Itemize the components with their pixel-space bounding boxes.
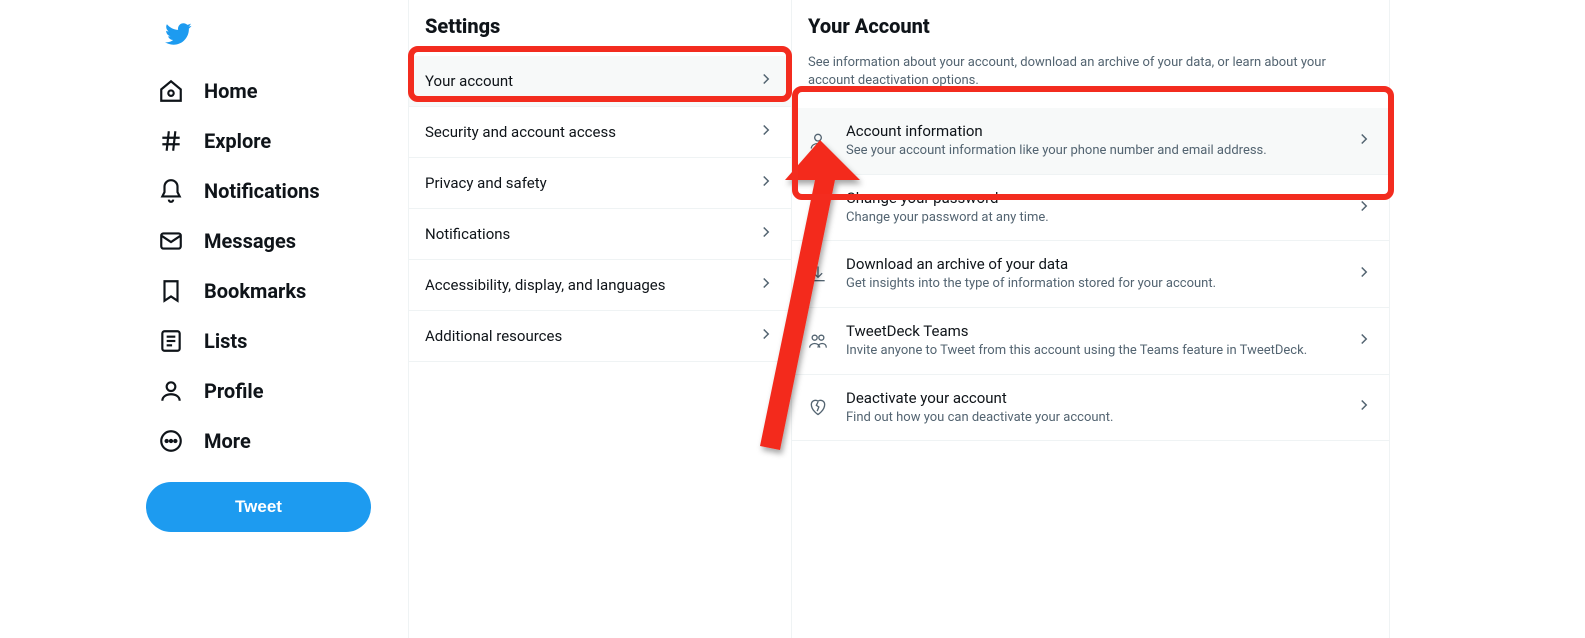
- detail-title: Your Account: [792, 0, 1389, 54]
- account-item-teams[interactable]: TweetDeck Teams Invite anyone to Tweet f…: [792, 308, 1389, 375]
- chevron-right-icon: [1355, 396, 1373, 418]
- settings-item-label: Accessibility, display, and languages: [425, 276, 665, 294]
- settings-item-label: Security and account access: [425, 123, 616, 141]
- nav-more[interactable]: More: [146, 416, 263, 466]
- account-item-info[interactable]: Account information See your account inf…: [792, 108, 1389, 175]
- account-item-text: TweetDeck Teams Invite anyone to Tweet f…: [846, 322, 1337, 360]
- nav-explore[interactable]: Explore: [146, 116, 283, 166]
- account-item-title: Deactivate your account: [846, 389, 1337, 407]
- settings-item-resources[interactable]: Additional resources: [409, 311, 791, 362]
- account-item-sub: Invite anyone to Tweet from this account…: [846, 342, 1337, 360]
- nav-bookmarks[interactable]: Bookmarks: [146, 266, 318, 316]
- chevron-right-icon: [1355, 197, 1373, 219]
- chevron-right-icon: [1355, 130, 1373, 152]
- nav-label: Lists: [204, 329, 247, 353]
- key-icon: [808, 198, 828, 218]
- nav-notifications[interactable]: Notifications: [146, 166, 332, 216]
- nav-label: Bookmarks: [204, 279, 306, 303]
- detail-column: Your Account See information about your …: [792, 0, 1390, 638]
- chevron-right-icon: [1355, 263, 1373, 285]
- account-item-text: Deactivate your account Find out how you…: [846, 389, 1337, 427]
- chevron-right-icon: [757, 274, 775, 296]
- mail-icon: [158, 228, 184, 254]
- account-item-text: Account information See your account inf…: [846, 122, 1337, 160]
- settings-item-security[interactable]: Security and account access: [409, 107, 791, 158]
- account-item-sub: See your account information like your p…: [846, 142, 1337, 160]
- nav-label: More: [204, 429, 251, 453]
- bell-icon: [158, 178, 184, 204]
- nav-label: Home: [204, 79, 258, 103]
- account-item-sub: Get insights into the type of informatio…: [846, 275, 1337, 293]
- account-item-sub: Find out how you can deactivate your acc…: [846, 409, 1337, 427]
- settings-item-accessibility[interactable]: Accessibility, display, and languages: [409, 260, 791, 311]
- account-item-password[interactable]: Change your password Change your passwor…: [792, 175, 1389, 242]
- nav-label: Notifications: [204, 179, 320, 203]
- chevron-right-icon: [757, 172, 775, 194]
- detail-description: See information about your account, down…: [792, 54, 1389, 108]
- hashtag-icon: [158, 128, 184, 154]
- tweet-button[interactable]: Tweet: [146, 482, 371, 532]
- sidebar: Home Explore Notifications Messages Book: [0, 0, 408, 638]
- nav-label: Explore: [204, 129, 271, 153]
- account-item-title: Change your password: [846, 189, 1337, 207]
- heartbreak-icon: [808, 397, 828, 417]
- settings-column: Settings Your account Security and accou…: [408, 0, 792, 638]
- settings-title: Settings: [409, 0, 791, 56]
- account-item-deactivate[interactable]: Deactivate your account Find out how you…: [792, 375, 1389, 442]
- profile-icon: [158, 378, 184, 404]
- twitter-logo[interactable]: [154, 10, 202, 58]
- settings-item-label: Privacy and safety: [425, 174, 547, 192]
- chevron-right-icon: [757, 70, 775, 92]
- account-item-text: Change your password Change your passwor…: [846, 189, 1337, 227]
- account-item-text: Download an archive of your data Get ins…: [846, 255, 1337, 293]
- settings-item-label: Your account: [425, 72, 513, 90]
- settings-item-label: Additional resources: [425, 327, 562, 345]
- account-item-title: Download an archive of your data: [846, 255, 1337, 273]
- settings-item-privacy[interactable]: Privacy and safety: [409, 158, 791, 209]
- home-icon: [158, 78, 184, 104]
- account-item-title: TweetDeck Teams: [846, 322, 1337, 340]
- people-icon: [808, 331, 828, 351]
- list-icon: [158, 328, 184, 354]
- nav-label: Profile: [204, 379, 264, 403]
- chevron-right-icon: [1355, 330, 1373, 352]
- person-icon: [808, 131, 828, 151]
- nav-label: Messages: [204, 229, 296, 253]
- account-item-sub: Change your password at any time.: [846, 209, 1337, 227]
- bookmark-icon: [158, 278, 184, 304]
- more-icon: [158, 428, 184, 454]
- settings-item-label: Notifications: [425, 225, 510, 243]
- nav-profile[interactable]: Profile: [146, 366, 276, 416]
- account-item-download[interactable]: Download an archive of your data Get ins…: [792, 241, 1389, 308]
- account-item-title: Account information: [846, 122, 1337, 140]
- settings-item-notifications[interactable]: Notifications: [409, 209, 791, 260]
- chevron-right-icon: [757, 121, 775, 143]
- chevron-right-icon: [757, 223, 775, 245]
- nav-messages[interactable]: Messages: [146, 216, 308, 266]
- nav-home[interactable]: Home: [146, 66, 270, 116]
- settings-item-your-account[interactable]: Your account: [409, 56, 791, 107]
- download-icon: [808, 264, 828, 284]
- chevron-right-icon: [757, 325, 775, 347]
- nav-lists[interactable]: Lists: [146, 316, 259, 366]
